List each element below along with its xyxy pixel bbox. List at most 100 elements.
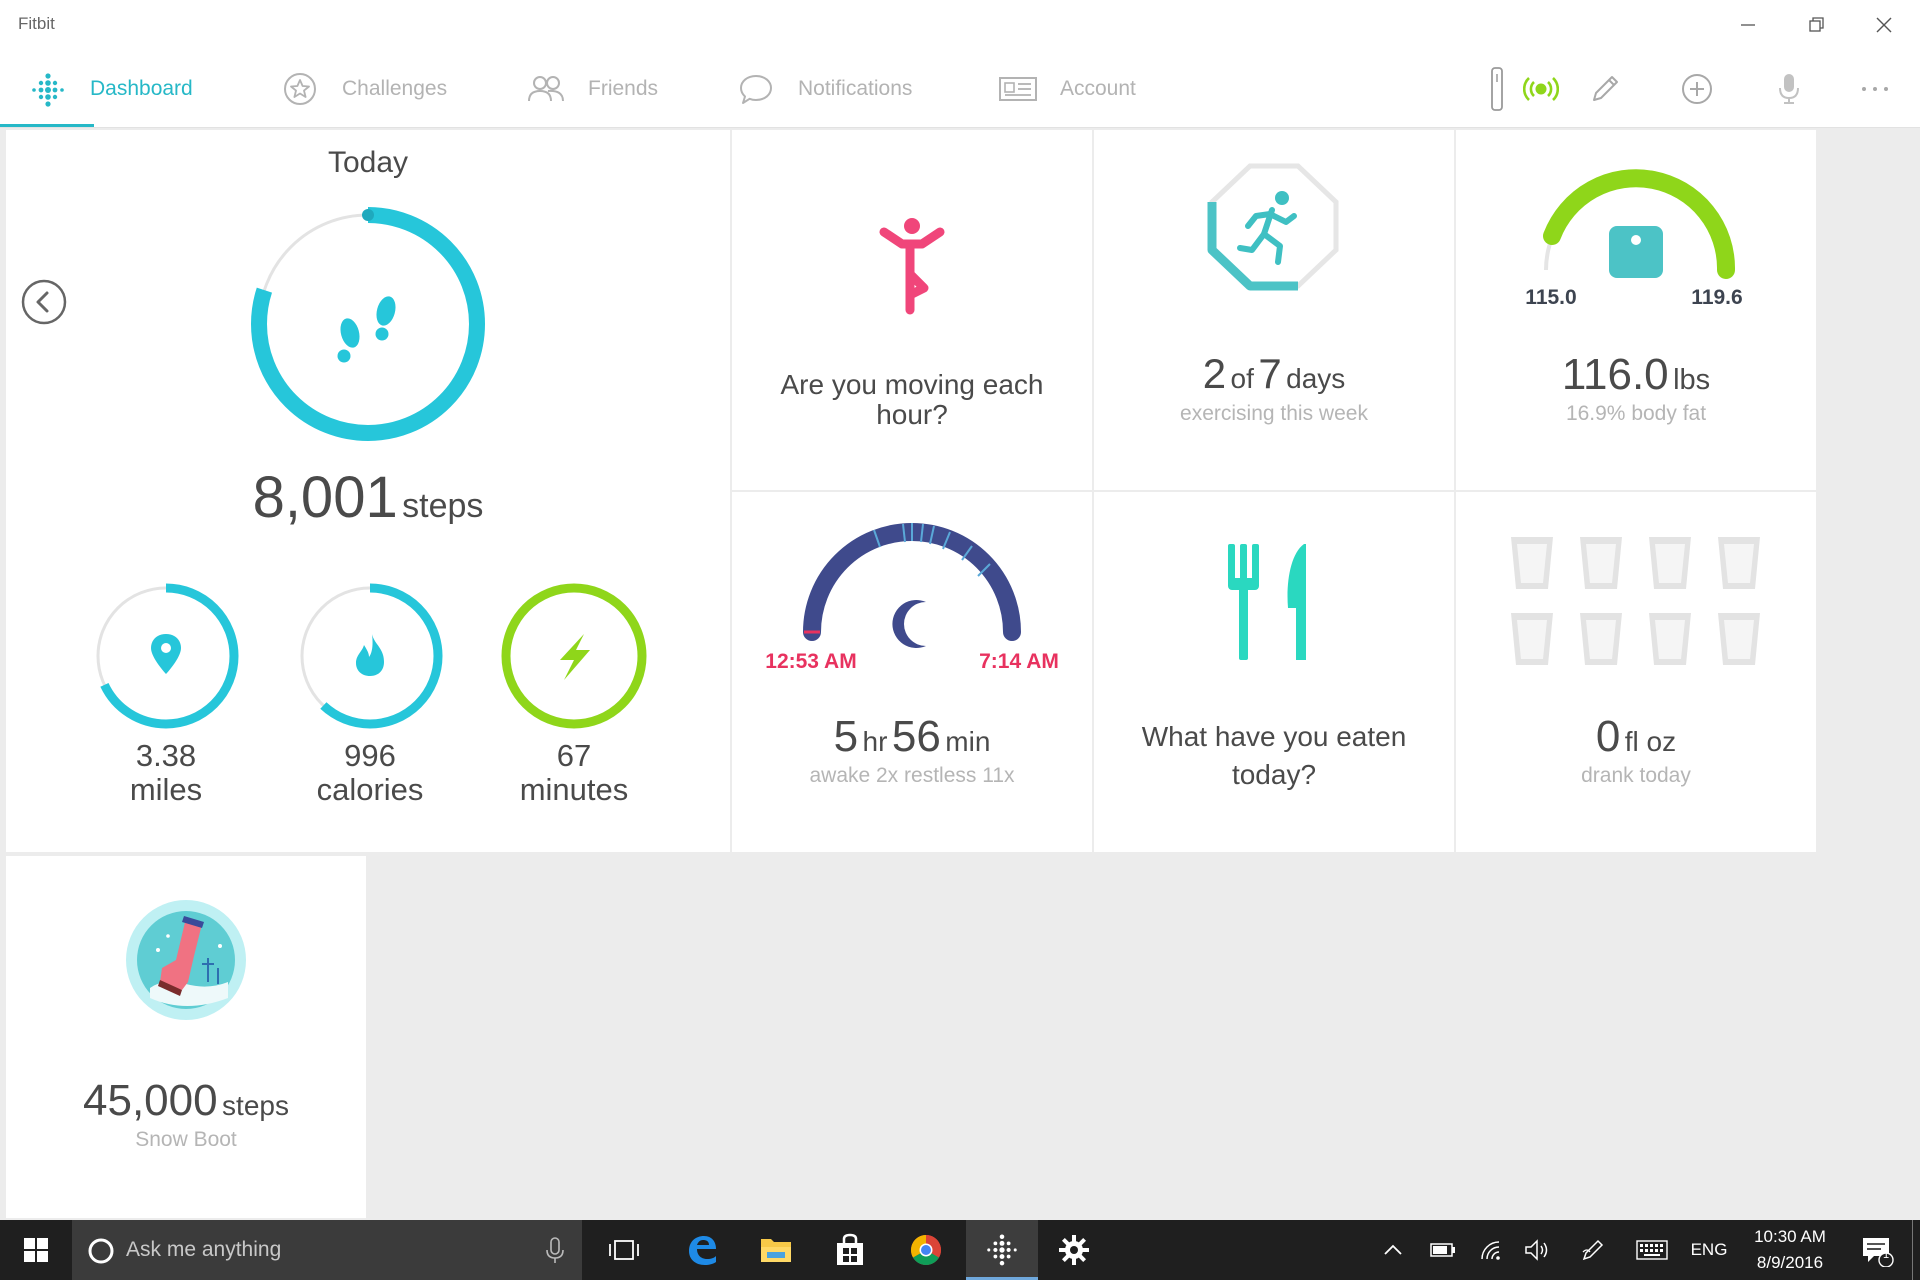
water-glass-icon[interactable] bbox=[1715, 610, 1763, 668]
clock-date: 8/9/2016 bbox=[1756, 1253, 1824, 1272]
water-value: 0 bbox=[1595, 712, 1621, 761]
active-minutes-value: 67 bbox=[556, 738, 592, 773]
gear-icon bbox=[1059, 1235, 1089, 1265]
speech-bubble-icon bbox=[736, 69, 776, 109]
search-microphone-icon bbox=[546, 1237, 564, 1263]
id-card-icon bbox=[998, 69, 1038, 109]
water-unit: fl oz bbox=[1624, 726, 1677, 757]
tab-label: Dashboard bbox=[90, 77, 193, 100]
volume-button[interactable] bbox=[1520, 1220, 1554, 1280]
log-button[interactable] bbox=[1580, 50, 1630, 128]
active-minutes-stat[interactable]: 67 minutes bbox=[494, 580, 654, 807]
title-bar: Fitbit bbox=[0, 0, 1920, 50]
store-bag-icon bbox=[837, 1233, 863, 1265]
keyboard-icon bbox=[1636, 1240, 1668, 1260]
hourly-question: Are you moving each hour? bbox=[780, 369, 1044, 430]
water-glasses bbox=[1508, 534, 1768, 674]
water-glass-icon[interactable] bbox=[1646, 534, 1694, 592]
app-title: Fitbit bbox=[18, 14, 55, 33]
tab-dashboard[interactable]: Dashboard bbox=[28, 50, 193, 128]
pencil-icon bbox=[1593, 76, 1618, 101]
water-glass-icon[interactable] bbox=[1508, 534, 1556, 592]
exercise-tile[interactable]: 2 of 7 days exercising this week bbox=[1094, 130, 1454, 490]
food-tile[interactable]: What have you eaten today? bbox=[1094, 492, 1454, 852]
water-glass-icon[interactable] bbox=[1715, 534, 1763, 592]
close-button[interactable] bbox=[1850, 0, 1918, 50]
network-button[interactable] bbox=[1474, 1220, 1508, 1280]
action-center-button[interactable]: 1 bbox=[1852, 1220, 1902, 1280]
water-glass-icon[interactable] bbox=[1508, 610, 1556, 668]
store-button[interactable] bbox=[822, 1220, 878, 1280]
today-title: Today bbox=[327, 146, 409, 179]
miles-label: miles bbox=[129, 772, 203, 807]
water-glass-icon[interactable] bbox=[1646, 610, 1694, 668]
minimize-button[interactable] bbox=[1714, 0, 1782, 50]
sleep-gauge bbox=[803, 523, 1021, 648]
water-glass-icon[interactable] bbox=[1577, 610, 1625, 668]
sleep-readout: 5 hr 56 min bbox=[732, 712, 1092, 762]
exercise-readout: 2 of 7 days bbox=[1094, 350, 1454, 398]
pen-icon bbox=[1582, 1239, 1604, 1261]
sleep-caption: awake 2x restless 11x bbox=[809, 764, 1015, 787]
edge-taskbar-button[interactable] bbox=[674, 1220, 730, 1280]
tab-label: Challenges bbox=[342, 77, 448, 100]
battery-button[interactable] bbox=[1426, 1220, 1460, 1280]
tab-notifications[interactable]: Notifications bbox=[736, 50, 912, 128]
today-tile[interactable]: Today 8,001 steps 3.38 miles 996 calorie… bbox=[6, 130, 730, 852]
add-icon bbox=[1682, 74, 1712, 104]
water-tile[interactable]: 0 fl oz drank today bbox=[1456, 492, 1816, 852]
hourly-activity-tile[interactable]: Are you moving each hour? bbox=[732, 130, 1092, 490]
settings-taskbar-button[interactable] bbox=[1046, 1220, 1102, 1280]
previous-day-button[interactable] bbox=[20, 278, 68, 326]
tab-friends[interactable]: Friends bbox=[526, 50, 658, 128]
clock[interactable]: 10:30 AM 8/9/2016 bbox=[1740, 1220, 1840, 1280]
body-fat-caption: 16.9% body fat bbox=[1565, 402, 1707, 425]
cortana-search-box[interactable]: Ask me anything bbox=[72, 1220, 582, 1280]
miles-value: 3.38 bbox=[135, 738, 197, 773]
language-indicator[interactable]: ENG bbox=[1686, 1220, 1732, 1280]
active-minutes-ring bbox=[501, 583, 647, 729]
voice-button[interactable] bbox=[1764, 50, 1814, 128]
weight-tile[interactable]: 115.0 119.6 116.0 lbs 16.9% body fat bbox=[1456, 130, 1816, 490]
exercise-octagon bbox=[1207, 163, 1339, 291]
touch-keyboard-button[interactable] bbox=[1632, 1220, 1672, 1280]
tab-challenges[interactable]: Challenges bbox=[280, 50, 447, 128]
steps-ring-start-marker bbox=[362, 209, 374, 221]
snow-boot-badge-icon bbox=[126, 900, 246, 1020]
active-tab-indicator bbox=[0, 124, 94, 127]
weight-value: 116.0 bbox=[1561, 350, 1669, 399]
badge-unit: steps bbox=[222, 1090, 289, 1121]
task-view-button[interactable] bbox=[596, 1220, 652, 1280]
fitbit-taskbar-button[interactable] bbox=[966, 1220, 1038, 1280]
restore-button[interactable] bbox=[1782, 0, 1850, 50]
sleep-tile[interactable]: 12:53 AM 7:14 AM 5 hr 56 min awake 2x re… bbox=[732, 492, 1092, 852]
weight-gauge bbox=[1543, 169, 1736, 279]
show-desktop-button[interactable] bbox=[1912, 1220, 1920, 1280]
tab-account[interactable]: Account bbox=[998, 50, 1136, 128]
sleep-hr-unit: hr bbox=[862, 726, 888, 757]
clock-time: 10:30 AM bbox=[1754, 1227, 1826, 1246]
stretching-person-icon bbox=[879, 218, 945, 315]
miles-stat[interactable]: 3.38 miles bbox=[86, 580, 246, 807]
notification-count: 1 bbox=[1882, 1249, 1890, 1261]
chevron-left-icon bbox=[21, 279, 67, 325]
fitbit-dots-icon bbox=[28, 69, 68, 109]
sync-icon bbox=[1523, 77, 1559, 101]
lightning-icon bbox=[560, 634, 590, 680]
water-glass-icon[interactable] bbox=[1577, 534, 1625, 592]
show-hidden-icons-button[interactable] bbox=[1378, 1220, 1408, 1280]
sync-button[interactable] bbox=[1516, 50, 1566, 128]
chrome-taskbar-button[interactable] bbox=[898, 1220, 954, 1280]
steps-ring bbox=[251, 207, 485, 441]
tracker-button[interactable] bbox=[1472, 50, 1522, 128]
start-button[interactable] bbox=[0, 1220, 72, 1280]
moon-icon bbox=[892, 600, 926, 648]
sleep-hours: 5 bbox=[833, 712, 859, 761]
add-button[interactable] bbox=[1672, 50, 1722, 128]
pen-workspace-button[interactable] bbox=[1574, 1220, 1612, 1280]
calories-stat[interactable]: 996 calories bbox=[290, 580, 450, 807]
more-button[interactable] bbox=[1850, 50, 1900, 128]
file-explorer-button[interactable] bbox=[748, 1220, 804, 1280]
battery-icon bbox=[1430, 1243, 1455, 1257]
badge-tile[interactable]: 45,000 steps Snow Boot bbox=[6, 856, 366, 1218]
